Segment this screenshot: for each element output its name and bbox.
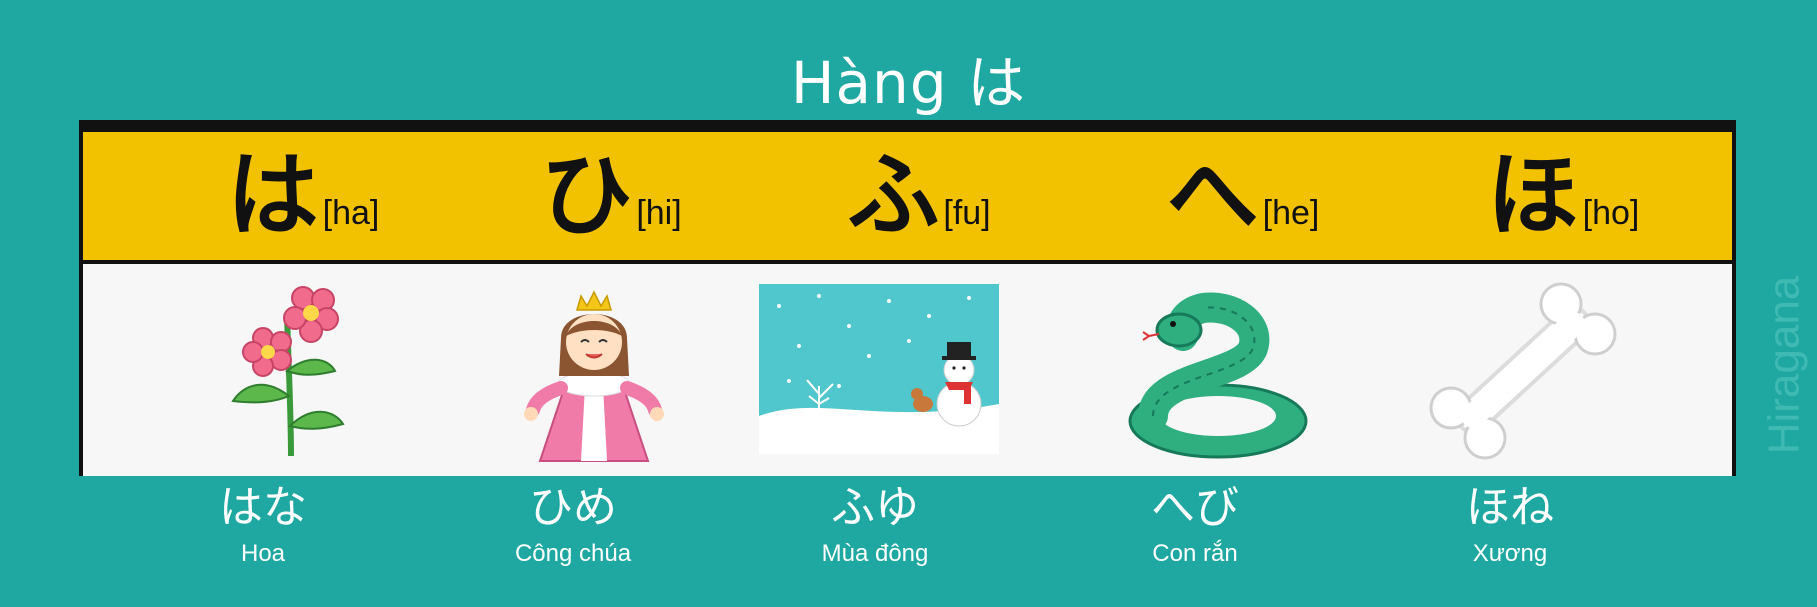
kana-cell-fu: ふ [fu] bbox=[769, 132, 1069, 260]
word-kana: ほね bbox=[1466, 482, 1554, 533]
kana-cell-ha: は [ha] bbox=[153, 132, 453, 260]
word-hana: はな Hoa bbox=[133, 482, 393, 570]
page-title: Hàng は bbox=[790, 49, 1027, 117]
flower-icon bbox=[231, 286, 345, 457]
kana-header-row: は [ha] ひ [hi] ふ [fu] へ [he] ほ [ho] bbox=[83, 132, 1732, 264]
kana-romaji: [ho] bbox=[1582, 193, 1640, 232]
hiragana-side-label: Hiragana bbox=[1759, 240, 1808, 490]
word-hebi: へび Con rắn bbox=[1065, 482, 1325, 570]
word-meaning: Hoa bbox=[240, 540, 286, 567]
picture-row bbox=[83, 264, 1732, 476]
word-kana: ひめ bbox=[529, 482, 617, 533]
hiragana-board: は [ha] ひ [hi] ふ [fu] へ [he] ほ [ho] bbox=[79, 120, 1736, 476]
word-meaning: Con rắn bbox=[1152, 540, 1238, 567]
word-kana: はな bbox=[219, 482, 307, 533]
kana-character: ひ bbox=[540, 142, 633, 249]
winter-snowman-icon bbox=[759, 284, 999, 454]
kana-cell-ho: ほ [ho] bbox=[1413, 132, 1713, 260]
snake-icon bbox=[1128, 292, 1308, 459]
kana-romaji: [hi] bbox=[636, 193, 682, 232]
word-meaning: Mùa đông bbox=[821, 540, 929, 567]
princess-icon bbox=[524, 290, 664, 462]
side-label-text: Hiragana bbox=[1759, 275, 1808, 455]
word-hone: ほね Xương bbox=[1380, 482, 1640, 570]
kana-character: ほ bbox=[1486, 142, 1579, 249]
kana-romaji: [ha] bbox=[322, 193, 380, 232]
word-kana: へび bbox=[1151, 482, 1239, 533]
kana-romaji: [he] bbox=[1262, 193, 1320, 232]
kana-romaji: [fu] bbox=[943, 193, 991, 232]
kana-character: ふ bbox=[847, 142, 940, 249]
kana-character: は bbox=[226, 142, 319, 249]
kana-cell-he: へ [he] bbox=[1093, 132, 1393, 260]
word-meaning: Xương bbox=[1472, 540, 1548, 567]
word-meaning: Công chúa bbox=[514, 540, 632, 567]
word-hime: ひめ Công chúa bbox=[443, 482, 703, 570]
bone-icon bbox=[1429, 282, 1617, 460]
word-fuyu: ふゆ Mùa đông bbox=[745, 482, 1005, 570]
kana-character: へ bbox=[1166, 142, 1259, 249]
kana-cell-hi: ひ [hi] bbox=[461, 132, 761, 260]
word-kana: ふゆ bbox=[831, 482, 919, 533]
